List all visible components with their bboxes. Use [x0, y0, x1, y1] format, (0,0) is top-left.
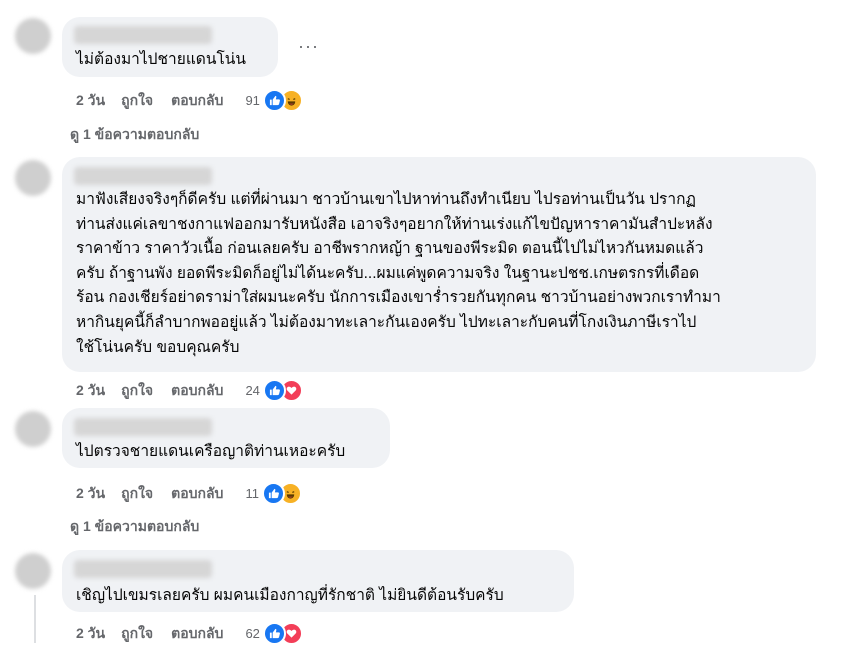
reaction-count[interactable]: 24: [245, 383, 259, 398]
timestamp[interactable]: 2 วัน: [76, 483, 105, 505]
comment-text: มาฟังเสียงจริงๆก็ดีครับ แต่ที่ผ่านมา ชาว…: [76, 191, 721, 356]
comment-bubble: ไปตรวจชายแดนเครือญาติท่านเหอะครับ: [62, 408, 390, 468]
avatar[interactable]: [15, 18, 51, 54]
avatar[interactable]: [15, 553, 51, 589]
commenter-name[interactable]: [74, 418, 212, 436]
comment-text: ไม่ต้องมาไปชายแดนโน่น: [76, 51, 246, 68]
thread-line: [34, 595, 36, 643]
reply-button[interactable]: ตอบกลับ: [171, 380, 223, 402]
like-icon: [261, 482, 285, 505]
reaction-count[interactable]: 62: [245, 626, 259, 641]
like-button[interactable]: ถูกใจ: [121, 623, 153, 645]
reaction-count[interactable]: 11: [245, 486, 259, 501]
reactions[interactable]: [262, 379, 303, 402]
like-button[interactable]: ถูกใจ: [121, 90, 153, 112]
timestamp[interactable]: 2 วัน: [76, 90, 105, 112]
reply-button[interactable]: ตอบกลับ: [171, 90, 223, 112]
reactions[interactable]: [262, 89, 303, 112]
avatar[interactable]: [15, 160, 51, 196]
commenter-name[interactable]: [74, 560, 212, 578]
like-button[interactable]: ถูกใจ: [121, 483, 153, 505]
comment-text: เชิญไปเขมรเลยครับ ผมคนเมืองกาญที่รักชาติ…: [76, 587, 504, 604]
comment-bubble: มาฟังเสียงจริงๆก็ดีครับ แต่ที่ผ่านมา ชาว…: [62, 157, 816, 372]
like-button[interactable]: ถูกใจ: [121, 380, 153, 402]
reactions[interactable]: [262, 622, 303, 645]
timestamp[interactable]: 2 วัน: [76, 380, 105, 402]
comment-actions: 2 วัน ถูกใจ ตอบกลับ 91: [76, 89, 303, 112]
commenter-name[interactable]: [74, 26, 212, 44]
reply-button[interactable]: ตอบกลับ: [171, 483, 223, 505]
view-replies-link[interactable]: ดู 1 ข้อความตอบกลับ: [70, 124, 199, 146]
like-icon: [262, 89, 286, 112]
reaction-count[interactable]: 91: [245, 93, 259, 108]
view-replies-link[interactable]: ดู 1 ข้อความตอบกลับ: [70, 516, 199, 538]
comment-actions: 2 วัน ถูกใจ ตอบกลับ 62: [76, 622, 303, 645]
like-icon: [262, 622, 286, 645]
commenter-name[interactable]: [74, 167, 212, 185]
like-icon: [262, 379, 286, 402]
comment-actions: 2 วัน ถูกใจ ตอบกลับ 11: [76, 482, 302, 505]
comment-text: ไปตรวจชายแดนเครือญาติท่านเหอะครับ: [76, 443, 346, 460]
reactions[interactable]: [261, 482, 302, 505]
comment-bubble: เชิญไปเขมรเลยครับ ผมคนเมืองกาญที่รักชาติ…: [62, 550, 574, 612]
timestamp[interactable]: 2 วัน: [76, 623, 105, 645]
comment-bubble: ไม่ต้องมาไปชายแดนโน่น: [62, 17, 278, 77]
avatar[interactable]: [15, 411, 51, 447]
more-options-icon[interactable]: ···: [298, 36, 319, 57]
comment-actions: 2 วัน ถูกใจ ตอบกลับ 24: [76, 379, 303, 402]
reply-button[interactable]: ตอบกลับ: [171, 623, 223, 645]
